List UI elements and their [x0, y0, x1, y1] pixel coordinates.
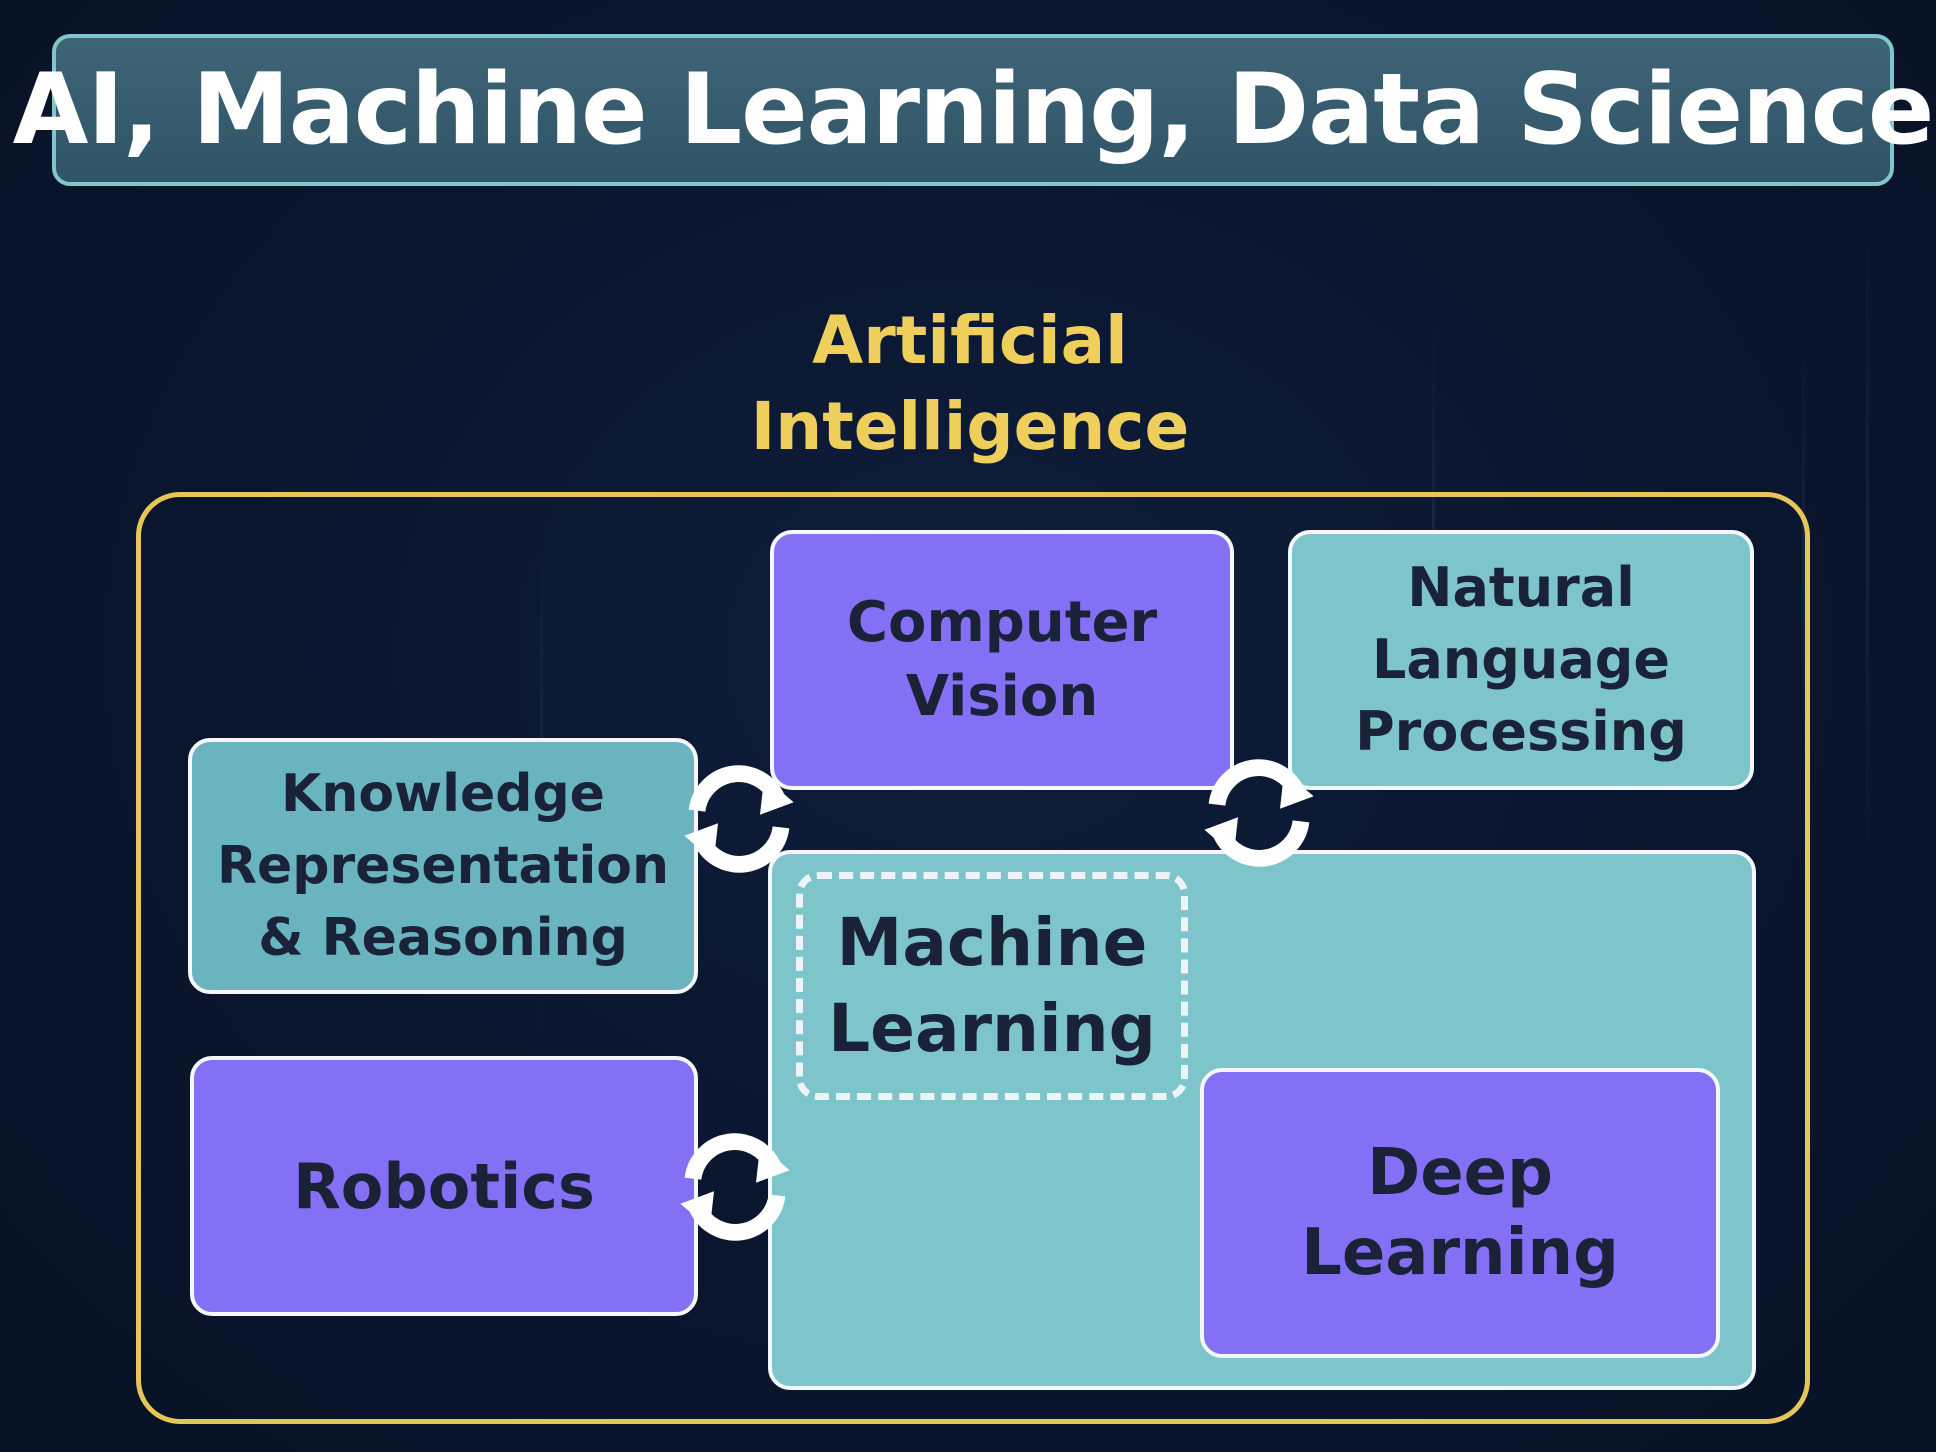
cycle-arrows-icon	[680, 1133, 790, 1241]
ai-label-line: Artificial	[812, 302, 1128, 379]
machine-learning-label-box: Machine Learning	[796, 872, 1188, 1100]
computer-vision-box: Computer Vision	[770, 530, 1234, 790]
node-label-line: Robotics	[293, 1149, 595, 1223]
knowledge-representation-box: Knowledge Representation & Reasoning	[188, 738, 698, 994]
node-label-line: Processing	[1355, 700, 1687, 763]
node-label-line: & Reasoning	[258, 908, 628, 968]
cycle-arrows-icon	[684, 765, 794, 873]
cycle-arrows-icon	[1204, 759, 1314, 867]
robotics-box: Robotics	[190, 1056, 698, 1316]
page-title: AI, Machine Learning, Data Science	[12, 53, 1935, 167]
node-label-line: Machine	[836, 904, 1148, 981]
node-label-line: Language	[1371, 628, 1671, 691]
nlp-box: Natural Language Processing	[1288, 530, 1754, 790]
node-label-line: Learning	[828, 990, 1156, 1067]
deep-learning-box: Deep Learning	[1200, 1068, 1720, 1358]
node-label-line: Deep	[1367, 1136, 1553, 1210]
background-streak	[1866, 230, 1869, 850]
node-label-line: Vision	[905, 664, 1099, 729]
ai-label: Artificial Intelligence	[700, 298, 1240, 470]
node-label-line: Computer	[846, 590, 1158, 655]
node-label-line: Representation	[216, 836, 670, 896]
node-label-line: Knowledge	[281, 764, 605, 824]
title-banner: AI, Machine Learning, Data Science	[13, 34, 1934, 186]
ai-label-line: Intelligence	[750, 388, 1190, 465]
node-label-line: Natural	[1407, 556, 1635, 619]
node-label-line: Learning	[1301, 1216, 1619, 1290]
